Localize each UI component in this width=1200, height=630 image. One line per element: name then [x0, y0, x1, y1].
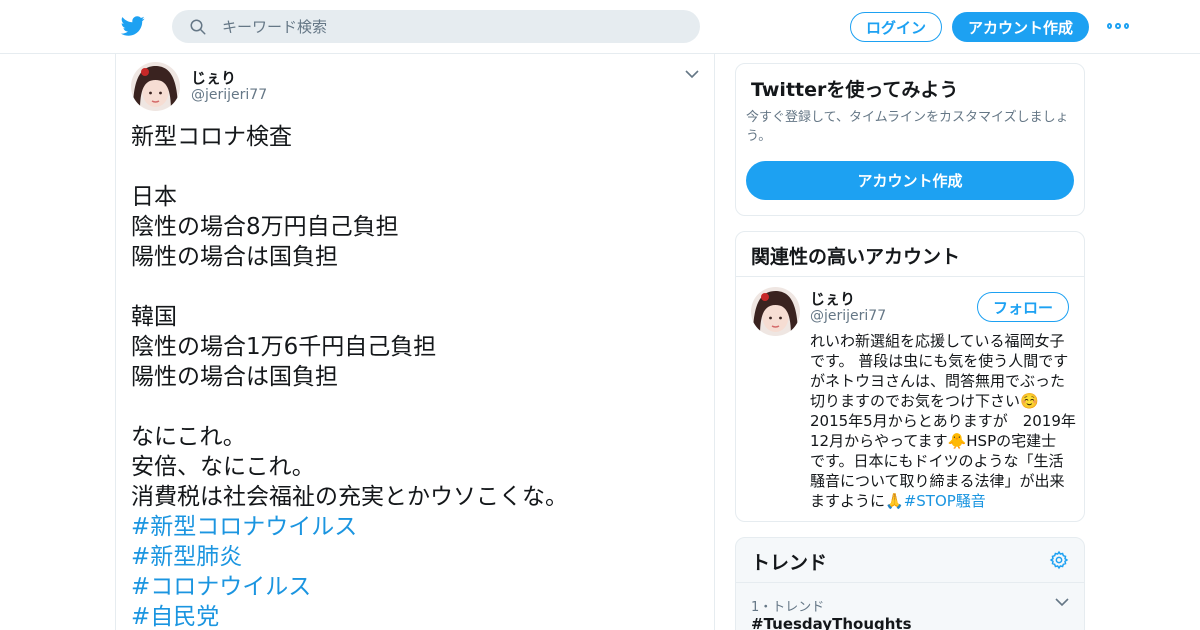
tweet-detail: じぇり @jerijeri77 新型コロナ検査 日本陰性の場合8万円自己負担 陽性の…	[115, 54, 715, 630]
tweet-text-line	[131, 152, 691, 182]
tweet-hashtag-link[interactable]: #コロナウイルス	[131, 572, 691, 602]
twitter-logo-icon[interactable]	[120, 14, 146, 38]
search-icon	[190, 19, 206, 35]
tweet-text-line	[131, 392, 691, 422]
tweet-text-line: 陽性の場合は国負担	[131, 244, 338, 270]
more-dot	[1107, 23, 1113, 29]
chevron-down-icon[interactable]	[685, 69, 699, 79]
chevron-down-icon[interactable]	[1055, 597, 1069, 607]
tweet-hashtag-link[interactable]: #自民党	[131, 602, 691, 630]
trends-title: トレンド	[751, 552, 828, 574]
bio-hashtag-link[interactable]: #STOP騒音	[904, 492, 986, 510]
tweet-text: 新型コロナ検査 日本陰性の場合8万円自己負担 陽性の場合は国負担 韓国陰性の場合1万6…	[131, 122, 691, 630]
tweet-text-line: 日本	[131, 184, 177, 210]
tweet-text-line: 消費税は社会福祉の充実とかウソこくな。	[131, 484, 568, 510]
trend-rank: 1・トレンド	[751, 600, 825, 615]
create-account-button[interactable]: アカウント作成	[746, 161, 1074, 200]
bio-line: れいわ新選組を応援している福岡女子	[810, 332, 1065, 350]
tweet-text-line: 韓国	[131, 304, 177, 330]
gear-icon[interactable]	[1049, 550, 1069, 570]
bio-line: です。日本にもドイツのような「生活	[810, 452, 1064, 470]
author-handle[interactable]: @jerijeri77	[191, 87, 267, 103]
avatar-image	[751, 287, 800, 336]
tweet-text-line: 陰性の場合8万円自己負担	[131, 214, 399, 240]
bio-line: 12月からやってます🐥HSPの宅建士	[810, 432, 1057, 450]
related-account-bio: れいわ新選組を応援している福岡女子 です。 普段は虫にも気を使う人間です がネト…	[810, 331, 1076, 511]
signup-card: Twitterを使ってみよう 今すぐ登録して、タイムラインをカスタマイズしましょ…	[735, 63, 1085, 216]
related-account-name[interactable]: じぇり	[810, 288, 855, 309]
tweet-text-line: 新型コロナ検査	[131, 124, 292, 150]
more-dot	[1115, 23, 1121, 29]
tweet-text-line	[131, 272, 691, 302]
trend-item[interactable]: #TuesdayThoughts	[751, 615, 912, 630]
bio-line: がネトウヨさんは、問答無用でぶった	[810, 372, 1066, 390]
search-input[interactable]	[222, 10, 682, 43]
tweet-hashtag-link[interactable]: #新型肺炎	[131, 542, 691, 572]
bio-line: ますように🙏#STOP騒音	[810, 491, 1075, 511]
bio-text: ますように🙏	[810, 492, 904, 510]
tweet-text-line: 安倍、なにこれ。	[131, 454, 315, 480]
related-account-handle[interactable]: @jerijeri77	[810, 308, 886, 324]
follow-button[interactable]: フォロー	[977, 292, 1069, 322]
more-icon[interactable]	[1107, 21, 1129, 31]
signup-button[interactable]: アカウント作成	[952, 12, 1089, 42]
bio-line: 騒音について取り締まる法律」が出来	[810, 472, 1065, 490]
signup-card-title: Twitterを使ってみよう	[751, 79, 959, 101]
signup-card-description: 今すぐ登録して、タイムラインをカスタマイズしましょう。	[746, 110, 1069, 144]
related-accounts-header: 関連性の高いアカウント	[736, 232, 1084, 277]
tweet-hashtag-link[interactable]: #新型コロナウイルス	[131, 512, 691, 542]
bio-line: です。 普段は虫にも気を使う人間です	[810, 352, 1069, 370]
bio-line: 2015年5月からとありますが 2019年	[810, 412, 1076, 430]
author-name[interactable]: じぇり	[191, 67, 236, 88]
related-accounts-card: 関連性の高いアカウント じぇり @jerijeri77 フォロー れいわ新選組を…	[735, 231, 1085, 522]
bio-line: 切りますのでお気をつけ下さい☺️	[810, 392, 1039, 410]
search-box	[172, 10, 700, 43]
related-account-avatar[interactable]	[751, 287, 800, 336]
related-accounts-title: 関連性の高いアカウント	[751, 246, 961, 268]
top-navigation-bar: ログイン アカウント作成	[0, 0, 1200, 54]
login-button[interactable]: ログイン	[850, 12, 942, 42]
trends-header: トレンド	[736, 538, 1084, 583]
tweet-text-line: 陰性の場合1万6千円自己負担	[131, 334, 437, 360]
tweet-text-line: なにこれ。	[131, 424, 246, 450]
tweet-text-line: 陽性の場合は国負担	[131, 364, 338, 390]
trends-card: トレンド 1・トレンド #TuesdayThoughts	[735, 537, 1085, 630]
author-avatar[interactable]	[131, 62, 180, 111]
avatar-image	[131, 62, 180, 111]
more-dot	[1123, 23, 1129, 29]
